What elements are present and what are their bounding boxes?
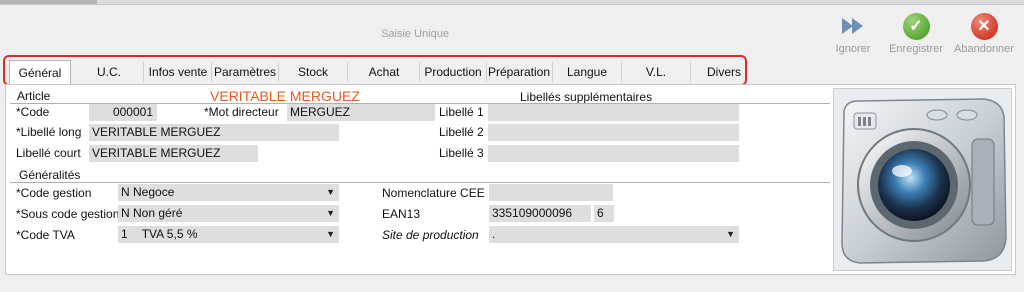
tab-parametres[interactable]: Paramètres — [212, 62, 279, 82]
tab-vl[interactable]: V.L. — [622, 62, 691, 82]
libelle1-field[interactable] — [488, 104, 739, 121]
article-section-title: Article — [17, 89, 51, 103]
generalites-section-title: Généralités — [19, 168, 81, 182]
ignore-label: Ignorer — [835, 43, 871, 55]
libelle2-label: Libellé 2 — [439, 125, 484, 139]
ean13-field[interactable]: 335109000096 — [489, 205, 591, 222]
nomenclature-field[interactable] — [489, 184, 613, 201]
code-gestion-select[interactable]: N Negoce ▼ — [118, 184, 339, 201]
ignore-button[interactable]: Ignorer — [833, 12, 873, 55]
libelle-court-field[interactable]: VERITABLE MERGUEZ — [89, 145, 258, 162]
cancel-label: Abandonner — [954, 43, 1014, 55]
save-label: Enregistrer — [889, 43, 943, 55]
libelle3-label: Libellé 3 — [439, 146, 484, 160]
dropdown-arrow-icon: ▼ — [326, 187, 335, 197]
site-production-label: Site de production — [382, 228, 479, 242]
sous-code-gestion-value: N Non géré — [121, 206, 183, 220]
code-tva-label: *Code TVA — [16, 228, 75, 242]
site-production-value: . — [492, 227, 496, 241]
code-tva-value: TVA 5,5 % — [141, 227, 198, 241]
libelle2-field[interactable] — [488, 124, 739, 141]
libelle-court-label: Libellé court — [16, 146, 81, 160]
libelle1-label: Libellé 1 — [439, 105, 484, 119]
generalites-divider — [10, 182, 830, 183]
ean13-label: EAN13 — [382, 207, 421, 221]
code-label: *Code — [16, 105, 50, 119]
close-icon: ✕ — [970, 12, 998, 40]
libelles-section-title: Libellés supplémentaires — [520, 90, 653, 104]
code-gestion-label: *Code gestion — [16, 186, 92, 200]
tab-langue[interactable]: Langue — [553, 62, 622, 82]
dropdown-arrow-icon: ▼ — [326, 208, 335, 218]
tab-production[interactable]: Production — [420, 62, 487, 82]
article-display-name: VERITABLE MERGUEZ — [210, 88, 360, 104]
code-tva-select[interactable]: 1 TVA 5,5 % ▼ — [118, 226, 339, 243]
ean13-key-field[interactable]: 6 — [594, 205, 614, 222]
save-button[interactable]: ✓ Enregistrer — [886, 12, 946, 55]
product-image — [833, 88, 1012, 271]
tab-divers[interactable]: Divers — [691, 62, 757, 82]
window-title: Saisie Unique — [381, 28, 449, 40]
tab-uc[interactable]: U.C. — [75, 62, 144, 82]
site-production-select[interactable]: . ▼ — [489, 226, 739, 243]
nomenclature-label: Nomenclature CEE — [382, 186, 485, 200]
code-gestion-value: N Negoce — [121, 185, 175, 199]
sous-code-gestion-label: *Sous code gestion — [16, 207, 120, 221]
libelle-long-label: *Libellé long — [16, 125, 82, 139]
code-tva-code: 1 — [121, 227, 128, 241]
mot-directeur-label: *Mot directeur — [204, 105, 279, 119]
fast-forward-icon — [839, 12, 867, 40]
libelle3-field[interactable] — [488, 145, 739, 162]
check-icon: ✓ — [902, 12, 930, 40]
tab-preparation[interactable]: Préparation — [486, 62, 553, 82]
tab-bar: Général U.C. Infos vente Paramètres Stoc… — [9, 60, 761, 84]
cancel-button[interactable]: ✕ Abandonner — [952, 12, 1016, 55]
tab-achat[interactable]: Achat — [349, 62, 420, 82]
code-field[interactable]: 000001 — [89, 104, 157, 121]
sous-code-gestion-select[interactable]: N Non géré ▼ — [118, 205, 339, 222]
mot-directeur-field[interactable]: MERGUEZ — [287, 104, 435, 121]
dropdown-arrow-icon: ▼ — [726, 229, 735, 239]
tab-stock[interactable]: Stock — [279, 62, 348, 82]
tab-infos-vente[interactable]: Infos vente — [145, 62, 212, 82]
libelle-long-field[interactable]: VERITABLE MERGUEZ — [89, 124, 339, 141]
top-strip — [0, 0, 1024, 5]
tab-general[interactable]: Général — [9, 60, 71, 84]
dropdown-arrow-icon: ▼ — [326, 229, 335, 239]
top-strip-progress — [0, 0, 97, 4]
